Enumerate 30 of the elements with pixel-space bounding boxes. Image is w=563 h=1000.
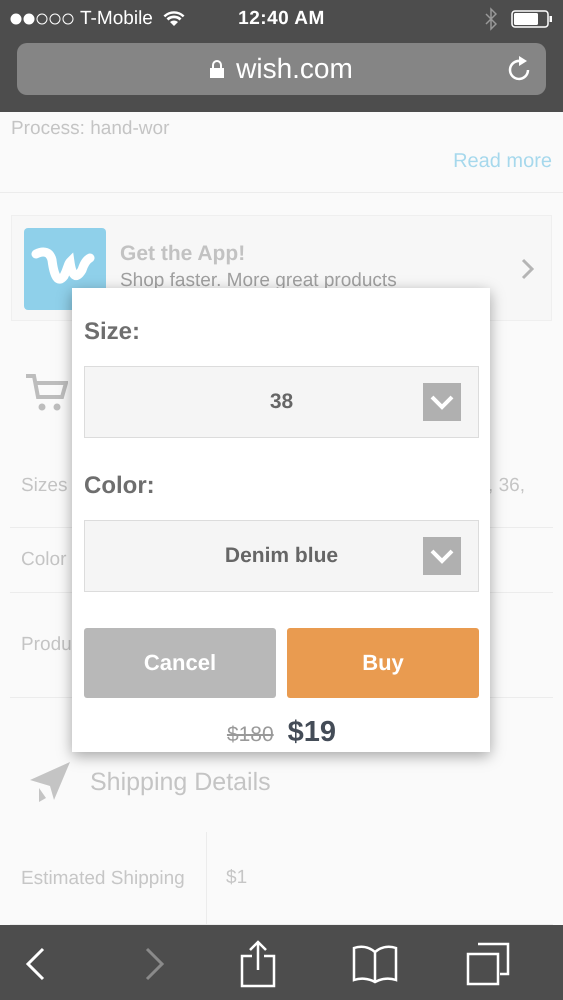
dropdown-caret-icon (423, 383, 461, 421)
cancel-button[interactable]: Cancel (84, 628, 276, 698)
original-price: $180 (226, 723, 274, 747)
option-select[interactable]: Denim blue (84, 520, 479, 592)
cart-icon (26, 373, 68, 413)
bluetooth-icon (485, 6, 497, 30)
field-label: Color: (84, 472, 156, 500)
tabs-icon (466, 942, 510, 986)
signal-icon (10, 12, 74, 24)
read-more-link[interactable]: Read more (453, 150, 552, 173)
share-icon (240, 940, 276, 988)
chevron-right-icon (521, 258, 535, 280)
sale-price: $19 (288, 716, 336, 749)
address-bar[interactable]: wish.com (17, 43, 546, 95)
book-icon (352, 944, 398, 984)
reload-icon[interactable] (508, 56, 532, 82)
wifi-icon (162, 10, 185, 26)
battery-icon (511, 10, 553, 28)
forward-icon (144, 947, 166, 981)
option-select[interactable]: 38 (84, 366, 479, 438)
back-icon (24, 947, 46, 981)
dropdown-caret-icon (423, 537, 461, 575)
status-time: 12:40 AM (238, 8, 325, 30)
banner-subtitle: Shop faster. More great products (120, 270, 397, 292)
field-label: Size: (84, 318, 142, 346)
lock-icon (210, 60, 224, 78)
buy-button[interactable]: Buy (287, 628, 479, 698)
paper-plane-icon (30, 762, 72, 802)
url-text: wish.com (236, 53, 353, 85)
carrier-name: T-Mobile (80, 8, 153, 30)
